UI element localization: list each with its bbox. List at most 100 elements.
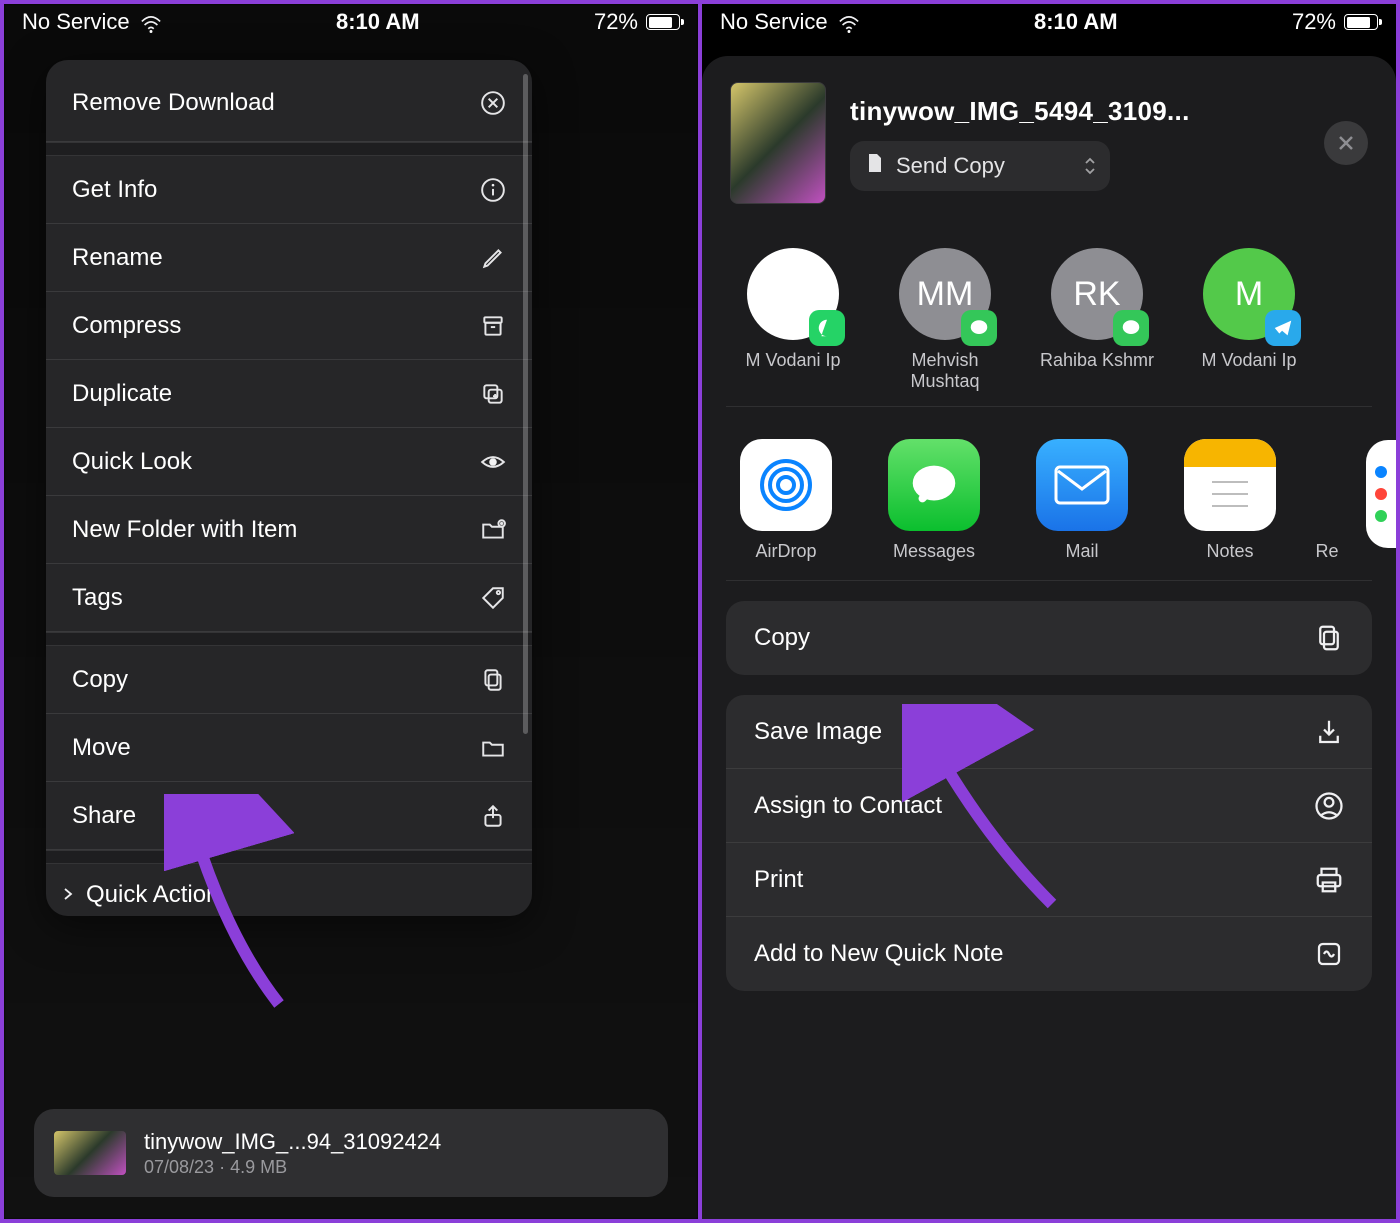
app-notes[interactable]: Notes: [1176, 439, 1284, 562]
imessage-badge-icon: [1113, 310, 1149, 346]
contact-item[interactable]: M M Vodani Ip: [1188, 248, 1310, 392]
clock-text: 8:10 AM: [336, 9, 420, 35]
duplicate-icon: [480, 381, 506, 407]
wifi-icon: [838, 13, 860, 31]
app-label: Notes: [1206, 541, 1253, 562]
close-button[interactable]: [1324, 121, 1368, 165]
battery-pct: 72%: [1292, 9, 1336, 35]
menu-share[interactable]: Share: [46, 782, 532, 850]
wifi-icon: [140, 13, 162, 31]
menu-move[interactable]: Move: [46, 714, 532, 782]
dot-icon: [1375, 510, 1387, 522]
menu-remove-download[interactable]: Remove Download: [46, 60, 532, 142]
clock-text: 8:10 AM: [1034, 9, 1118, 35]
battery-icon: [646, 14, 680, 30]
contact-icon: [1314, 791, 1344, 821]
app-label: Messages: [893, 541, 975, 562]
menu-label: New Folder with Item: [72, 516, 297, 544]
avatar: M: [1203, 248, 1295, 340]
scrollbar[interactable]: [523, 74, 528, 734]
share-filename: tinywow_IMG_5494_3109...: [850, 96, 1300, 127]
archive-icon: [480, 313, 506, 339]
imessage-badge-icon: [961, 310, 997, 346]
menu-label: Quick Look: [72, 448, 192, 476]
menu-new-folder[interactable]: New Folder with Item: [46, 496, 532, 564]
menu-label: Compress: [72, 312, 181, 340]
menu-label: Duplicate: [72, 380, 172, 408]
printer-icon: [1314, 865, 1344, 895]
app-reminders[interactable]: Re: [1314, 439, 1340, 562]
contact-name: M Vodani Ip: [1201, 350, 1296, 371]
notes-icon: [1184, 439, 1276, 531]
action-assign-contact[interactable]: Assign to Contact: [726, 769, 1372, 843]
dot-icon: [1375, 466, 1387, 478]
action-save-image[interactable]: Save Image: [726, 695, 1372, 769]
airdrop-icon: [740, 439, 832, 531]
contact-item[interactable]: M Vodani Ip: [732, 248, 854, 392]
app-messages[interactable]: Messages: [880, 439, 988, 562]
avatar: MM: [899, 248, 991, 340]
battery-pct: 72%: [594, 9, 638, 35]
remove-download-icon: [480, 90, 506, 116]
share-header: tinywow_IMG_5494_3109... Send Copy: [726, 56, 1372, 214]
share-apps-row[interactable]: AirDrop Messages Mail Notes: [726, 407, 1372, 581]
contact-name: M Vodani Ip: [745, 350, 840, 371]
share-contacts-row[interactable]: M Vodani Ip MM Mehvish Mushtaq RK Rahiba…: [726, 214, 1372, 407]
share-thumbnail: [730, 82, 826, 204]
menu-label: Copy: [72, 666, 128, 694]
action-quick-note[interactable]: Add to New Quick Note: [726, 917, 1372, 991]
chevron-up-down-icon: [1084, 157, 1096, 175]
action-copy[interactable]: Copy: [726, 601, 1372, 675]
menu-duplicate[interactable]: Duplicate: [46, 360, 532, 428]
copy-icon: [1314, 623, 1344, 653]
info-icon: [480, 177, 506, 203]
contact-name: Rahiba Kshmr: [1040, 350, 1154, 371]
menu-label: Get Info: [72, 176, 157, 204]
app-sliver-reminders[interactable]: [1366, 440, 1396, 548]
menu-label: Rename: [72, 244, 163, 272]
menu-copy[interactable]: Copy: [46, 646, 532, 714]
action-label: Save Image: [754, 718, 882, 746]
menu-tags[interactable]: Tags: [46, 564, 532, 632]
status-bar: No Service 8:10 AM 72%: [4, 4, 698, 40]
mail-icon: [1036, 439, 1128, 531]
menu-get-info[interactable]: Get Info: [46, 156, 532, 224]
send-mode-selector[interactable]: Send Copy: [850, 141, 1110, 191]
file-preview-card[interactable]: tinywow_IMG_...94_31092424 07/08/23 · 4.…: [34, 1109, 668, 1197]
folder-icon: [480, 735, 506, 761]
folder-plus-icon: [480, 517, 506, 543]
avatar-initials: RK: [1073, 275, 1120, 314]
chevron-right-icon: [60, 881, 76, 909]
messages-icon: [888, 439, 980, 531]
context-menu: Remove Download Get Info Rename Compress…: [46, 60, 532, 916]
pencil-icon: [480, 245, 506, 271]
download-icon: [1314, 717, 1344, 747]
action-label: Assign to Contact: [754, 792, 942, 820]
action-label: Copy: [754, 624, 810, 652]
avatar-initials: MM: [917, 275, 974, 314]
action-label: Print: [754, 866, 803, 894]
status-bar: No Service 8:10 AM 72%: [702, 4, 1396, 40]
contact-item[interactable]: MM Mehvish Mushtaq: [884, 248, 1006, 392]
menu-quick-look[interactable]: Quick Look: [46, 428, 532, 496]
app-airdrop[interactable]: AirDrop: [732, 439, 840, 562]
menu-quick-actions[interactable]: Quick Action: [46, 864, 532, 916]
right-screenshot: No Service 8:10 AM 72% tinywow_IMG_5494_…: [702, 0, 1400, 1223]
menu-label: Remove Download: [72, 89, 275, 117]
copy-card: Copy: [726, 601, 1372, 675]
left-screenshot: No Service 8:10 AM 72% Remove Download G…: [0, 0, 702, 1223]
file-thumbnail: [54, 1131, 126, 1175]
menu-compress[interactable]: Compress: [46, 292, 532, 360]
app-mail[interactable]: Mail: [1028, 439, 1136, 562]
app-label: AirDrop: [755, 541, 816, 562]
menu-label: Quick Action: [86, 881, 219, 909]
send-mode-label: Send Copy: [896, 153, 1005, 179]
action-print[interactable]: Print: [726, 843, 1372, 917]
avatar-initials: M: [1235, 275, 1263, 314]
menu-label: Tags: [72, 584, 123, 612]
file-name: tinywow_IMG_...94_31092424: [144, 1129, 441, 1155]
menu-rename[interactable]: Rename: [46, 224, 532, 292]
contact-item[interactable]: RK Rahiba Kshmr: [1036, 248, 1158, 392]
avatar: RK: [1051, 248, 1143, 340]
menu-label: Share: [72, 802, 136, 830]
